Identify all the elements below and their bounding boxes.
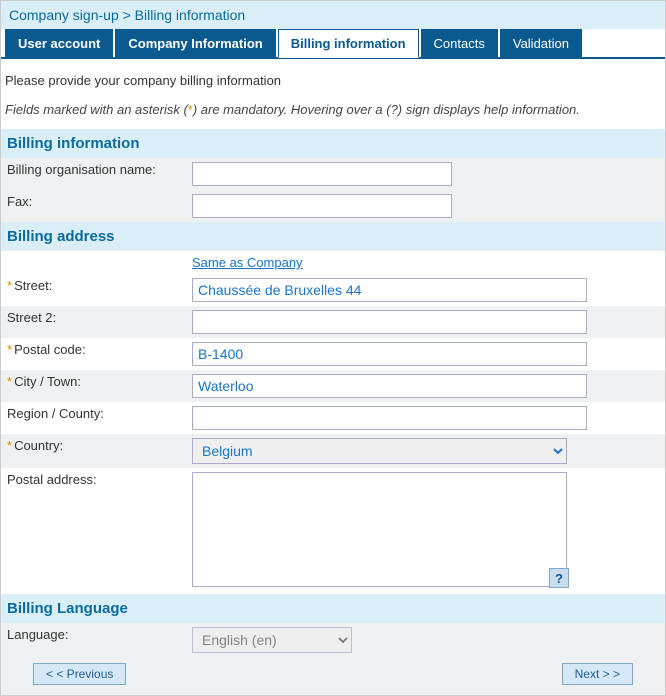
label-city: City / Town: xyxy=(14,374,81,389)
select-language[interactable]: English (en) xyxy=(192,627,352,653)
breadcrumb: Company sign-up > Billing information xyxy=(1,1,665,29)
label-region: Region / County: xyxy=(1,402,186,434)
input-city[interactable] xyxy=(192,374,587,398)
select-country[interactable]: Belgium xyxy=(192,438,567,464)
tabs: User account Company Information Billing… xyxy=(1,29,665,59)
tab-billing-info[interactable]: Billing information xyxy=(278,29,419,58)
label-street2: Street 2: xyxy=(1,306,186,338)
mandatory-note: Fields marked with an asterisk (*) are m… xyxy=(1,94,665,129)
signup-form: Company sign-up > Billing information Us… xyxy=(0,0,666,696)
billing-language-table: Language: English (en) xyxy=(1,623,665,657)
input-street[interactable] xyxy=(192,278,587,302)
help-icon[interactable]: ? xyxy=(549,568,569,588)
section-billing-language: Billing Language xyxy=(1,594,665,623)
label-language: Language: xyxy=(1,623,186,657)
label-postal: Postal code: xyxy=(14,342,86,357)
input-postal[interactable] xyxy=(192,342,587,366)
tab-user-account[interactable]: User account xyxy=(5,29,113,57)
asterisk-icon: * xyxy=(7,278,12,293)
tab-validation[interactable]: Validation xyxy=(500,29,582,57)
label-street: Street: xyxy=(14,278,52,293)
label-country: Country: xyxy=(14,438,63,453)
tab-company-info[interactable]: Company Information xyxy=(115,29,275,57)
section-billing-address: Billing address xyxy=(1,222,665,251)
billing-address-table: Same as Company *Street: Street 2: *Post… xyxy=(1,251,665,594)
input-org-name[interactable] xyxy=(192,162,452,186)
link-same-as-company[interactable]: Same as Company xyxy=(192,255,303,270)
next-button[interactable]: Next > > xyxy=(562,663,633,685)
label-fax: Fax: xyxy=(1,190,186,222)
label-postal-addr: Postal address: xyxy=(1,468,186,594)
footer-nav: < < Previous Next > > xyxy=(1,657,665,695)
asterisk-icon: * xyxy=(7,438,12,453)
label-org-name: Billing organisation name: xyxy=(1,158,186,190)
intro-text: Please provide your company billing info… xyxy=(1,59,665,94)
content: Please provide your company billing info… xyxy=(1,59,665,695)
section-billing-info: Billing information xyxy=(1,129,665,158)
input-fax[interactable] xyxy=(192,194,452,218)
input-street2[interactable] xyxy=(192,310,587,334)
textarea-postal-addr[interactable] xyxy=(192,472,567,587)
input-region[interactable] xyxy=(192,406,587,430)
asterisk-icon: * xyxy=(7,342,12,357)
asterisk-icon: * xyxy=(7,374,12,389)
prev-button[interactable]: < < Previous xyxy=(33,663,126,685)
tab-contacts[interactable]: Contacts xyxy=(421,29,498,57)
billing-info-table: Billing organisation name: Fax: xyxy=(1,158,665,222)
